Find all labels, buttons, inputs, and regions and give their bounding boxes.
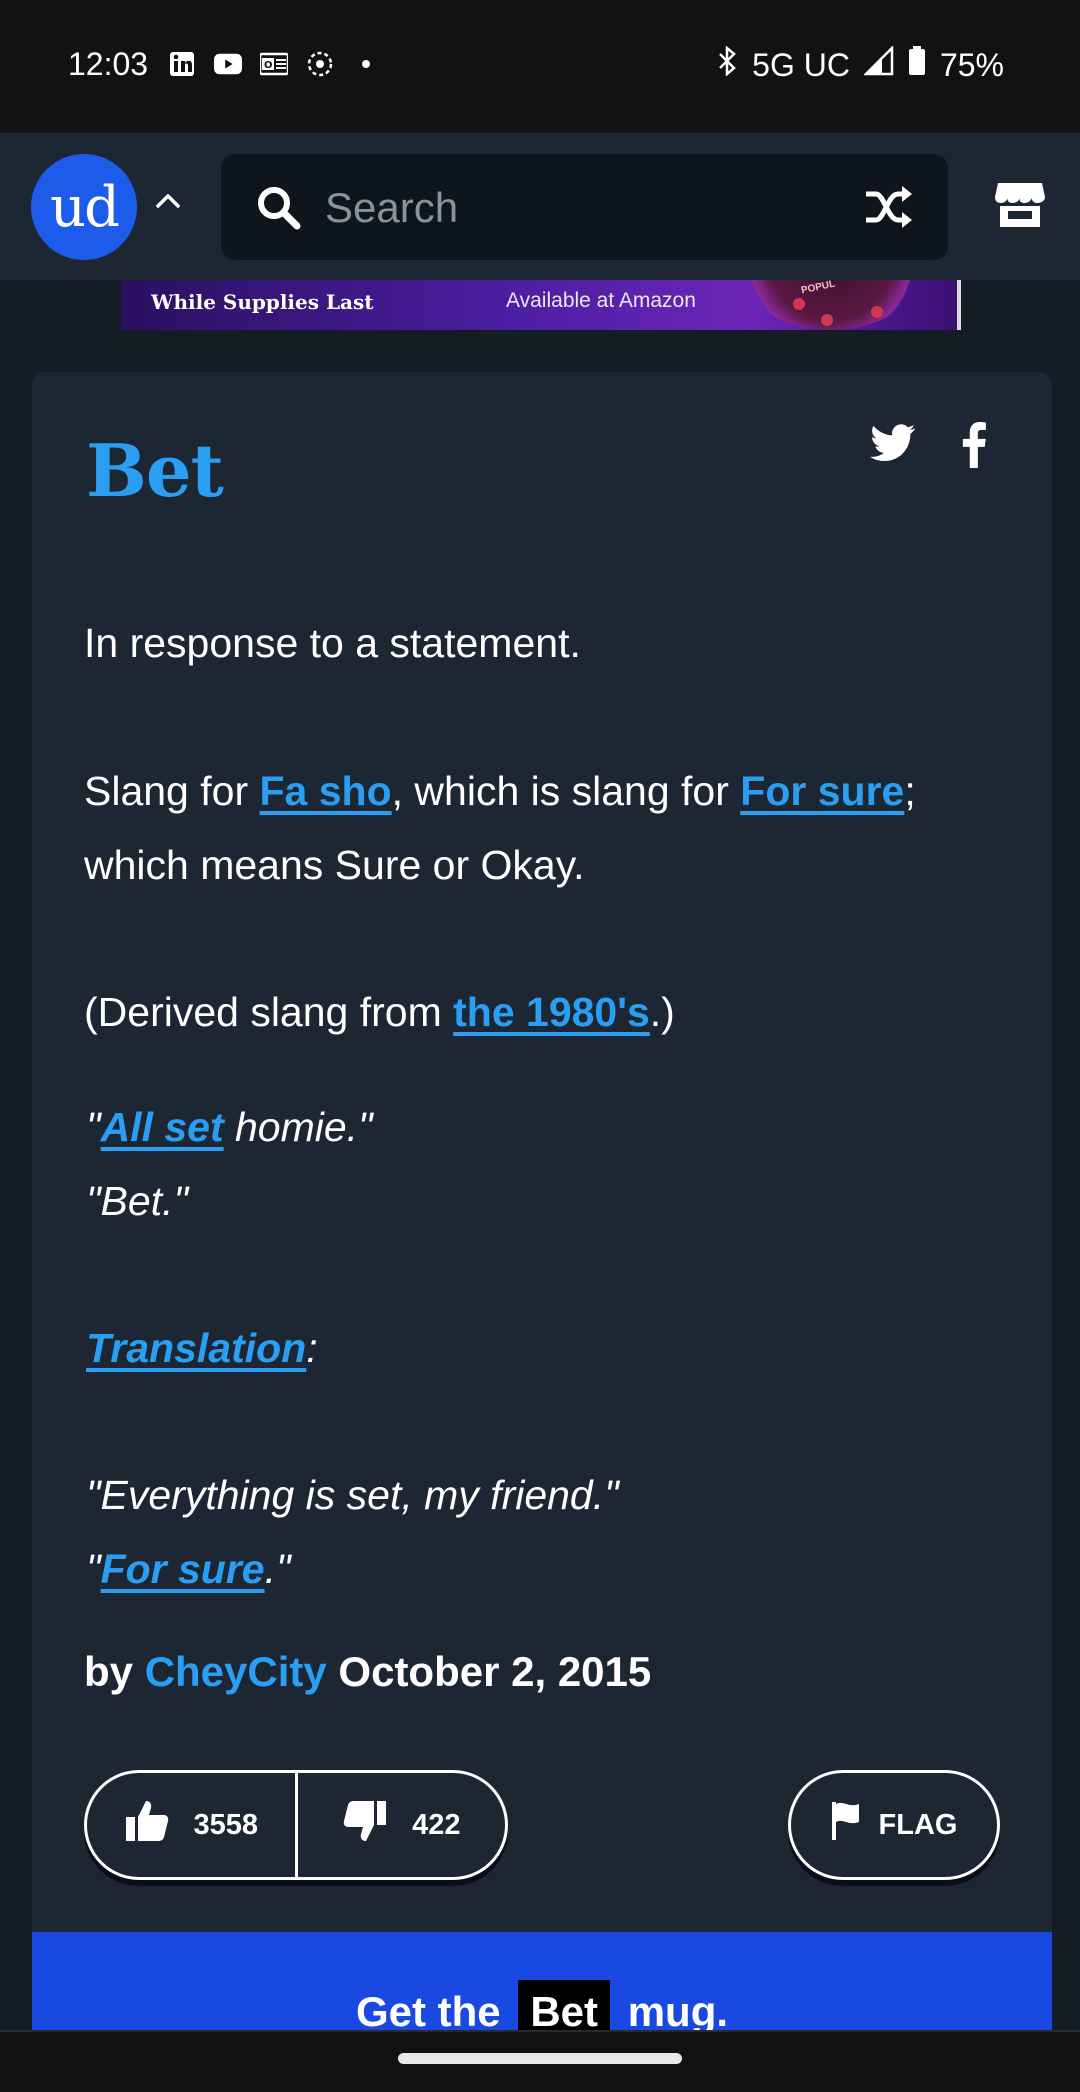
link-all-set[interactable]: All set [101,1104,224,1150]
example-text: : [306,1325,318,1371]
example-line-1: "All set homie." [86,1090,1006,1164]
flag-button[interactable]: FLAG [788,1770,1000,1880]
vote-group: 3558 422 [84,1770,508,1880]
status-bar: 12:03 O 5G UC 75% [0,0,1080,133]
upvote-button[interactable]: 3558 [87,1773,295,1877]
notification-icons: O [168,50,380,78]
outlook-icon: O [260,50,288,78]
battery-percent: 75% [939,46,1004,83]
example-text: " [86,1104,101,1150]
status-right: 5G UC 75% [716,44,1004,84]
definition-text: , which is slang for [391,768,741,814]
byline: by CheyCity October 2, 2015 [84,1648,651,1696]
example-text: ." [264,1546,291,1592]
ad-middle-text: Available at Amazon [506,289,696,312]
shuffle-icon[interactable] [864,184,916,235]
search-icon [255,184,303,237]
dot-icon [352,50,380,78]
example-line-5: "For sure." [86,1532,1006,1606]
example-line-4: "Everything is set, my friend." [86,1458,1006,1532]
network-label: 5G UC [752,46,850,83]
definition-text: which means Sure or Okay. [84,842,585,888]
thumbs-down-icon [342,1799,388,1851]
example-text: "Everything is set, my friend." [86,1472,619,1518]
twitter-icon[interactable] [870,424,916,467]
example-text: homie." [223,1104,373,1150]
definition-card: Bet In response to a statement. Slang fo… [32,372,1052,2092]
ud-logo[interactable]: ud [31,154,137,260]
definition-text: Slang for [84,768,260,814]
example-text: "Bet." [86,1178,189,1224]
definition-text: .) [649,989,675,1035]
settings-dot-icon [306,50,334,78]
store-icon[interactable] [994,179,1046,234]
example-text: " [86,1546,101,1592]
definition-text: ; [904,768,916,814]
gesture-handle[interactable] [398,2053,682,2064]
search-input[interactable] [325,180,805,236]
link-translation[interactable]: Translation [86,1325,306,1371]
flag-icon [831,1800,861,1850]
example-line-2: "Bet." [86,1164,1006,1238]
definition-text: In response to a statement. [84,620,581,666]
status-time: 12:03 [68,46,149,82]
link-fa-sho[interactable]: Fa sho [260,768,392,814]
post-date: October 2, 2015 [338,1648,652,1695]
search-box[interactable] [221,154,948,260]
definition-line-2: Slang for Fa sho, which is slang for For… [84,754,1004,828]
downvote-button[interactable]: 422 [298,1773,506,1877]
linkedin-icon [168,50,196,78]
definition-line-1: In response to a statement. [84,606,1004,680]
youtube-icon [214,50,242,78]
flag-label: FLAG [878,1808,958,1841]
ad-banner[interactable]: While Supplies Last Available at Amazon … [121,280,961,330]
svg-text:O: O [264,60,273,71]
link-for-sure[interactable]: For sure [740,768,904,814]
ad-brand-fragment: POPUL [800,280,837,297]
definition-text: (Derived slang from [84,989,454,1035]
mug-suffix: mug. [627,1988,729,2035]
navigation-bar [0,2030,1080,2092]
facebook-icon[interactable] [962,422,986,473]
upvote-count: 3558 [193,1808,259,1841]
example-line-3: Translation: [86,1311,1006,1385]
link-for-sure-example[interactable]: For sure [101,1546,265,1592]
thumbs-up-icon [124,1799,170,1851]
mug-prefix: Get the [355,1988,501,2035]
chevron-up-icon[interactable] [155,191,181,214]
link-the-1980s[interactable]: the 1980's [453,989,650,1035]
downvote-count: 422 [412,1808,461,1841]
mug-banner-text: Get the Bet mug. [32,1980,1052,2065]
author-link[interactable]: CheyCity [145,1648,327,1695]
bluetooth-icon [716,45,738,84]
by-label: by [84,1648,134,1695]
definition-line-3: which means Sure or Okay. [84,828,1004,902]
ad-product-image: POPUL [741,280,921,330]
signal-icon [862,44,894,84]
battery-icon [908,46,926,84]
definition-line-4: (Derived slang from the 1980's.) [84,975,1004,1049]
ad-left-text: While Supplies Last [151,290,374,314]
page-title[interactable]: Bet [86,428,224,513]
app-header: ud [0,133,1080,280]
